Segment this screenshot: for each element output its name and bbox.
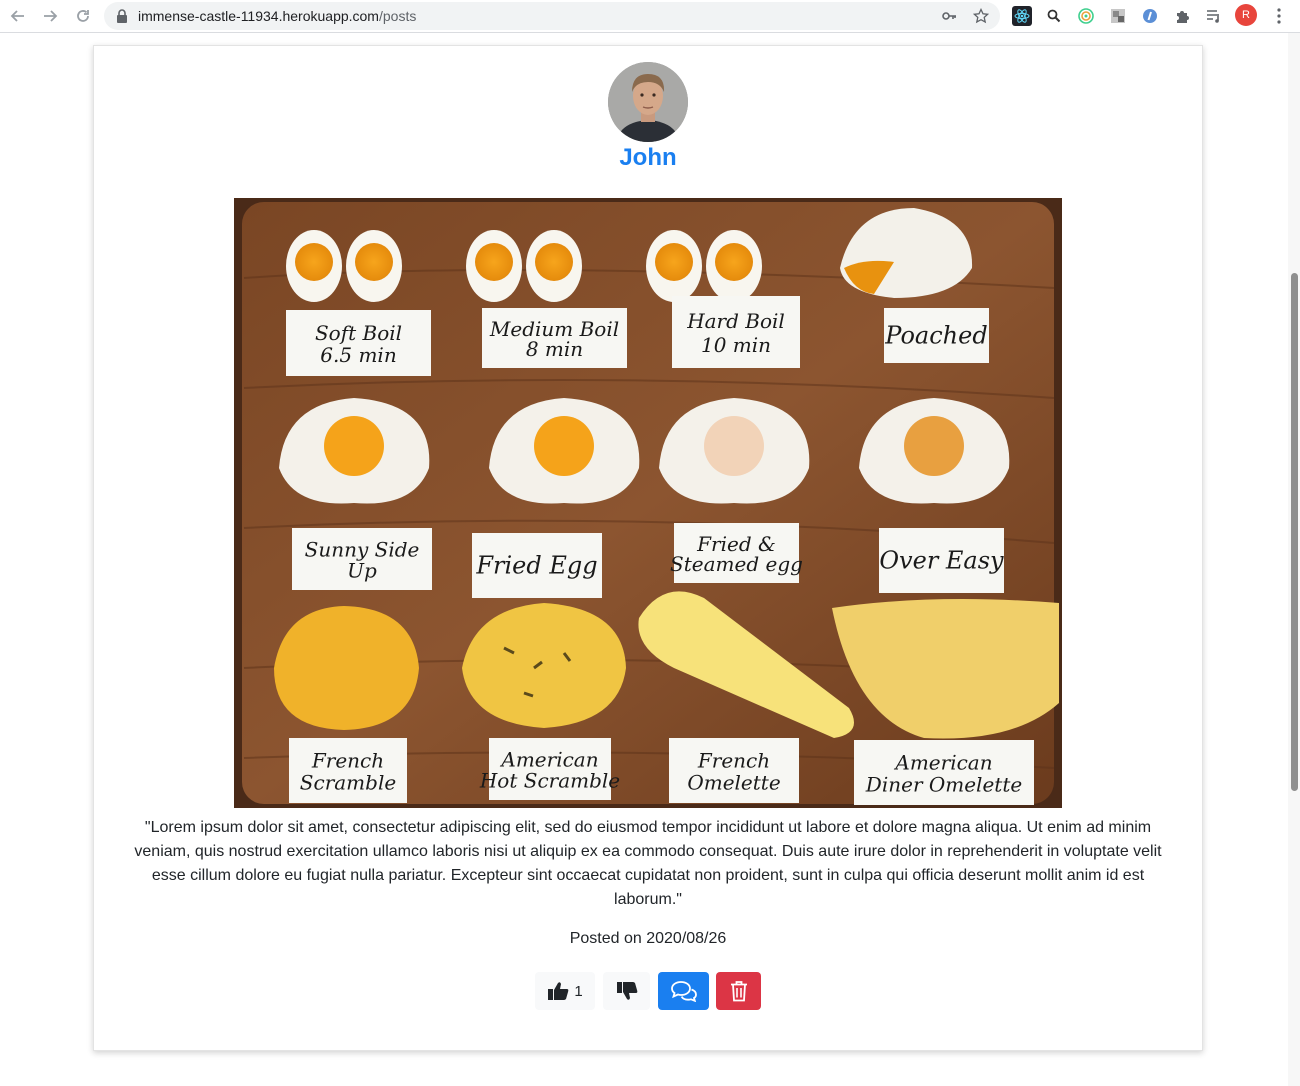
like-button[interactable]: 1 bbox=[535, 972, 595, 1010]
photo-label-text: Hard Boil bbox=[686, 309, 785, 333]
photo-label-text: French bbox=[697, 749, 770, 773]
react-devtools-icon[interactable] bbox=[1012, 6, 1032, 26]
photo-label-card: Fried &Steamed egg bbox=[670, 523, 803, 583]
photo-label-card: Medium Boil8 min bbox=[482, 308, 627, 368]
author-avatar[interactable] bbox=[608, 62, 688, 142]
puzzle-extensions-icon[interactable] bbox=[1172, 6, 1192, 26]
url-text: immense-castle-11934.herokuapp.com/posts bbox=[138, 8, 416, 24]
url-host: immense-castle-11934.herokuapp.com bbox=[138, 8, 379, 24]
dislike-button[interactable] bbox=[603, 972, 650, 1010]
arrow-left-icon bbox=[10, 10, 24, 22]
photo-label-text: 8 min bbox=[526, 337, 583, 361]
photo-label-text: French bbox=[311, 749, 384, 773]
photo-label-text: Up bbox=[347, 558, 377, 582]
post-date: Posted on 2020/08/26 bbox=[94, 930, 1202, 948]
photo-label-card: Sunny SideUp bbox=[292, 528, 432, 590]
forward-button[interactable] bbox=[37, 3, 63, 29]
photo-label-text: Omelette bbox=[687, 770, 780, 794]
profile-avatar[interactable]: R bbox=[1235, 4, 1257, 26]
post-body: "Lorem ipsum dolor sit amet, consectetur… bbox=[134, 819, 1162, 908]
photo-label-text: Soft Boil bbox=[315, 321, 402, 345]
url-path: /posts bbox=[378, 8, 417, 24]
photo-label-card: Over Easy bbox=[879, 528, 1004, 593]
photo-label-card: Fried Egg bbox=[472, 533, 602, 598]
photo-label-card: FrenchOmelette bbox=[669, 738, 799, 803]
post-date-value: 2020/08/26 bbox=[646, 930, 727, 947]
french-scramble bbox=[274, 606, 419, 730]
photo-label-card: AmericanHot Scramble bbox=[479, 738, 620, 800]
thumbs-up-icon bbox=[548, 982, 569, 1000]
like-count: 1 bbox=[574, 982, 583, 1000]
chrome-menu-icon[interactable] bbox=[1270, 5, 1288, 27]
photo-label-card: Hard Boil10 min bbox=[672, 296, 800, 368]
comment-button[interactable] bbox=[658, 972, 709, 1010]
photo-label-card: Soft Boil6.5 min bbox=[286, 310, 431, 376]
trash-icon bbox=[730, 981, 747, 1002]
photo-label-card: FrenchScramble bbox=[289, 738, 407, 803]
arrow-right-icon bbox=[44, 10, 58, 22]
scrollbar-thumb[interactable] bbox=[1291, 273, 1298, 791]
address-bar[interactable]: immense-castle-11934.herokuapp.com/posts bbox=[104, 2, 1000, 30]
magnifier-extension-icon[interactable] bbox=[1044, 6, 1064, 26]
photo-label-text: Diner Omelette bbox=[865, 772, 1022, 796]
post-card: John Soft Boil 6.5 min Medium Boil 8 min… bbox=[93, 45, 1203, 1051]
post-actions: 1 bbox=[535, 972, 761, 1010]
reload-button[interactable] bbox=[70, 3, 96, 29]
thumbs-down-icon bbox=[616, 982, 637, 1000]
author-name-link[interactable]: John bbox=[94, 144, 1202, 172]
comments-icon bbox=[670, 981, 697, 1002]
photo-label-text: Poached bbox=[884, 322, 987, 350]
photo-label-text: Steamed egg bbox=[670, 552, 803, 576]
delete-button[interactable] bbox=[716, 972, 761, 1010]
photo-label-text: American bbox=[893, 751, 992, 775]
image-extension-icon[interactable] bbox=[1108, 6, 1128, 26]
photo-label-card: Poached bbox=[884, 308, 989, 363]
photo-label-text: Scramble bbox=[300, 770, 396, 794]
photo-label-text: 10 min bbox=[701, 333, 771, 357]
photo-label-card: AmericanDiner Omelette bbox=[854, 740, 1034, 805]
photo-label-text: 6.5 min bbox=[320, 343, 396, 367]
back-button[interactable] bbox=[5, 3, 31, 29]
target-extension-icon[interactable] bbox=[1076, 6, 1096, 26]
photo-label-text: Over Easy bbox=[879, 547, 1004, 575]
browser-toolbar: immense-castle-11934.herokuapp.com/posts… bbox=[0, 0, 1300, 33]
media-queue-icon[interactable] bbox=[1204, 6, 1224, 26]
bookmark-star-icon[interactable] bbox=[972, 7, 990, 25]
post-image: Soft Boil 6.5 min Medium Boil 8 min Hard Boi… bbox=[234, 198, 1062, 808]
photo-label-text: Hot Scramble bbox=[479, 768, 620, 792]
key-icon[interactable] bbox=[940, 7, 958, 25]
photo-label-text: Fried Egg bbox=[475, 552, 597, 580]
info-extension-icon[interactable] bbox=[1140, 6, 1160, 26]
post-date-prefix: Posted on bbox=[569, 930, 642, 947]
reload-icon bbox=[77, 10, 89, 22]
lock-icon bbox=[117, 9, 127, 23]
